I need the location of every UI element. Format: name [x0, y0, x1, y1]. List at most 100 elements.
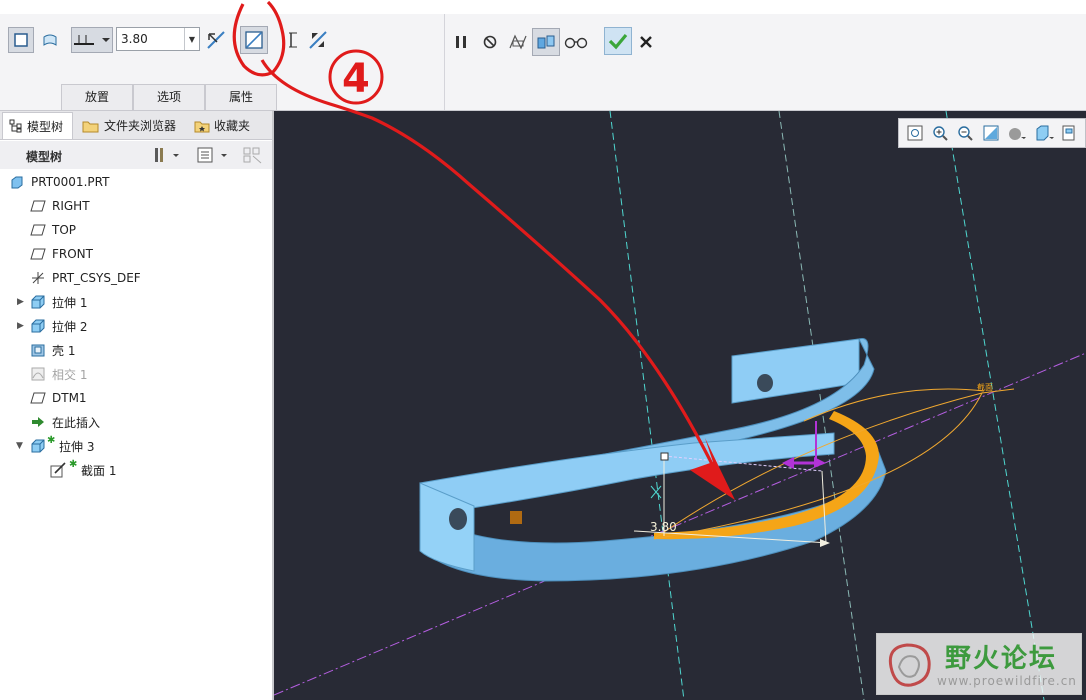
tab-properties[interactable]: 属性: [205, 84, 277, 110]
tree-item-dtm1[interactable]: DTM1: [0, 386, 270, 410]
extrude-icon: [30, 318, 46, 334]
repaint-icon[interactable]: [981, 123, 1001, 143]
ribbon-separator: [444, 14, 445, 110]
view-toolbar: [898, 118, 1086, 148]
section-cut-end: [510, 511, 522, 524]
forum-watermark: 野火论坛 www.proewildfire.cn: [876, 633, 1082, 695]
datum-plane-icon: [30, 222, 46, 238]
expand-arrow-icon[interactable]: ▶: [17, 321, 27, 331]
tab-favorites-label: 收藏夹: [214, 119, 251, 133]
tree-item-label: 截面 1: [81, 463, 117, 478]
tree-item-intersect-1[interactable]: 相交 1: [0, 362, 270, 386]
surface-icon[interactable]: [37, 27, 63, 53]
tab-folder-browser-label: 文件夹浏览器: [104, 119, 177, 133]
no-preview-icon[interactable]: [477, 29, 503, 55]
solid-icon[interactable]: [8, 27, 34, 53]
pause-icon[interactable]: [448, 29, 474, 55]
graphics-viewport[interactable]: 3.80 截面: [274, 111, 1086, 700]
tab-model-tree-label: 模型树: [27, 119, 64, 134]
datum-plane-icon: [30, 390, 46, 406]
tree-item-top-plane[interactable]: TOP: [0, 218, 270, 242]
section-label: 截面: [977, 382, 993, 392]
model-scene: 3.80 截面: [274, 111, 1086, 700]
depth-value-select[interactable]: 3.80 ▼: [116, 27, 200, 51]
tree-item-label: FRONT: [52, 247, 93, 261]
tree-item-extrude-3[interactable]: ▼ ✱ 拉伸 3: [0, 434, 270, 458]
drag-handle[interactable]: [660, 452, 669, 461]
tree-item-label: PRT0001.PRT: [31, 175, 110, 189]
expand-arrow-icon[interactable]: ▶: [17, 297, 27, 307]
model-tree-header: 模型树: [0, 141, 272, 169]
tree-item-part[interactable]: PRT0001.PRT: [0, 170, 270, 194]
tree-settings-icon[interactable]: [153, 146, 183, 167]
thicken-sketch-icon[interactable]: [280, 27, 306, 53]
active-feature-star-icon: ✱: [47, 435, 56, 446]
datum-plane-icon: [30, 198, 46, 214]
dimension-arrow: [820, 539, 830, 547]
navigator-panel: 模型树 文件夹浏览器 收藏夹 模型树 PRT0001.PRT RIGHT TOP…: [0, 111, 274, 700]
tree-item-label: 拉伸 3: [59, 439, 95, 454]
part-icon: [9, 174, 25, 190]
active-feature-star-icon: ✱: [69, 459, 78, 470]
tree-item-insert-here[interactable]: 在此插入: [0, 410, 270, 434]
tree-item-csys[interactable]: PRT_CSYS_DEF: [0, 266, 270, 290]
watermark-title: 野火论坛: [945, 644, 1058, 674]
tab-placement[interactable]: 放置: [61, 84, 133, 110]
extrude-icon: [30, 438, 46, 454]
csys-icon: [30, 270, 46, 286]
cancel-x-icon[interactable]: [633, 29, 659, 55]
navigator-tabs: 模型树 文件夹浏览器 收藏夹: [0, 111, 272, 140]
tree-item-label: TOP: [52, 223, 77, 237]
verify-preview-icon[interactable]: [532, 28, 560, 56]
separate-preview-icon[interactable]: [505, 29, 531, 55]
model-tree-title: 模型树: [26, 150, 63, 164]
display-style-icon[interactable]: [1007, 123, 1027, 143]
tab-favorites[interactable]: 收藏夹: [188, 112, 262, 139]
tree-show-icon[interactable]: [196, 146, 232, 167]
sketch-icon: [50, 462, 66, 478]
flip-thicken-icon[interactable]: [305, 27, 331, 53]
refit-icon[interactable]: [905, 123, 925, 143]
tree-item-shell-1[interactable]: 壳 1: [0, 338, 270, 362]
zoom-out-icon[interactable]: [955, 123, 975, 143]
depth-value: 3.80: [121, 32, 148, 46]
tree-item-front-plane[interactable]: FRONT: [0, 242, 270, 266]
tab-options[interactable]: 选项: [133, 84, 205, 110]
flip-direction-icon[interactable]: [203, 27, 229, 53]
tree-item-right-plane[interactable]: RIGHT: [0, 194, 270, 218]
part-inner-band: [419, 432, 835, 517]
chevron-down-icon[interactable]: ▼: [184, 28, 199, 50]
zoom-in-icon[interactable]: [930, 123, 950, 143]
extrude-icon: [30, 294, 46, 310]
intersect-icon: [30, 366, 46, 382]
glasses-icon[interactable]: [563, 29, 589, 55]
favorites-icon: [194, 121, 210, 132]
datum-axis-line: [609, 111, 685, 700]
tree-filter-icon[interactable]: [242, 146, 264, 167]
watermark-url: www.proewildfire.cn: [937, 674, 1077, 688]
tab-folder-browser[interactable]: 文件夹浏览器: [76, 112, 184, 139]
tree-item-label: PRT_CSYS_DEF: [52, 271, 141, 285]
mounting-hole: [449, 508, 467, 530]
datum-point-icon: [650, 485, 662, 499]
depth-option-blind-icon[interactable]: [71, 27, 113, 53]
tree-item-label: DTM1: [52, 391, 87, 405]
model-tree-icon: [9, 119, 22, 133]
depth-dimension-label[interactable]: 3.80: [650, 520, 677, 534]
tab-model-tree[interactable]: 模型树: [2, 112, 73, 139]
remove-material-icon[interactable]: [240, 26, 268, 54]
tree-item-extrude-1[interactable]: ▶ 拉伸 1: [0, 290, 270, 314]
datum-display-icon[interactable]: [1061, 123, 1081, 143]
direction-arrow-head[interactable]: [814, 457, 826, 468]
folder-icon: [82, 121, 99, 132]
tree-item-label: 壳 1: [52, 343, 76, 358]
tree-item-label: 在此插入: [52, 415, 101, 430]
tree-item-extrude-2[interactable]: ▶ 拉伸 2: [0, 314, 270, 338]
tree-item-section-1[interactable]: ✱ 截面 1: [0, 458, 270, 482]
saved-views-icon[interactable]: [1035, 123, 1055, 143]
shell-icon: [30, 342, 46, 358]
collapse-arrow-icon[interactable]: ▼: [16, 441, 26, 451]
confirm-checkmark-icon[interactable]: [604, 27, 632, 55]
tree-item-label: 相交 1: [52, 367, 88, 382]
forum-logo-icon: [888, 643, 931, 687]
